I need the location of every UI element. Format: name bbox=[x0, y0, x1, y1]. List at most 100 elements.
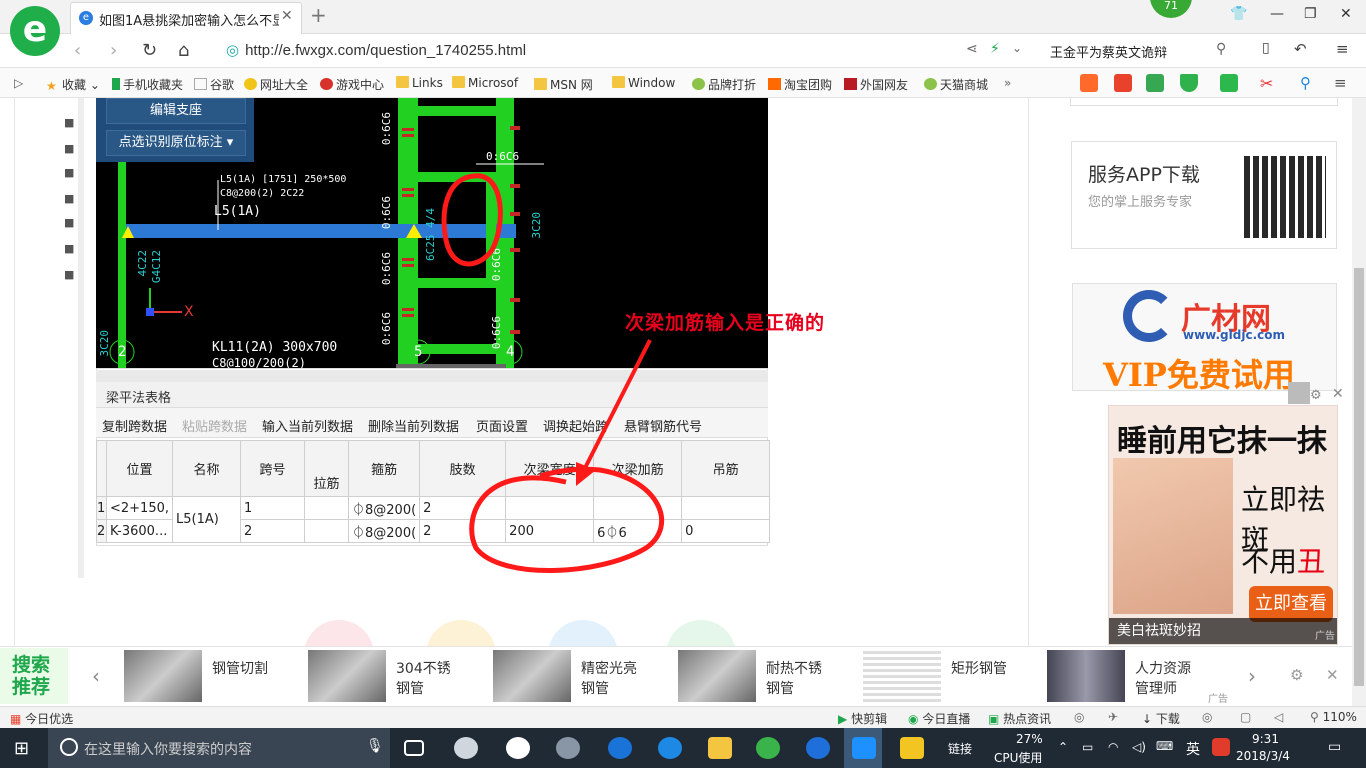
tab-active[interactable]: e 如图1A悬挑梁加密输入怎么不显 ✕ bbox=[70, 2, 302, 34]
spot-removal-ad[interactable]: 睡前用它抹一抹 立即祛斑 不用丑 立即查看 美白祛斑妙招 广告 bbox=[1108, 405, 1338, 645]
skin-icon[interactable]: 👕 bbox=[1230, 6, 1247, 22]
download-button[interactable]: ↓ 下载 bbox=[1142, 710, 1180, 727]
page-setup-button[interactable]: 页面设置 bbox=[476, 416, 528, 435]
cell-secondary-width[interactable] bbox=[505, 496, 595, 520]
more-bookmarks-button[interactable]: » bbox=[1004, 76, 1011, 90]
glodon-icon[interactable] bbox=[806, 737, 830, 759]
accelerate-icon[interactable]: ⚡ bbox=[990, 41, 1000, 57]
copy-span-button[interactable]: 复制跨数据 bbox=[102, 416, 167, 435]
menu-more-icon[interactable]: ≡ bbox=[1334, 74, 1352, 92]
undo-icon[interactable]: ↶ bbox=[1294, 40, 1307, 58]
explorer-icon[interactable] bbox=[708, 737, 732, 759]
cell-position[interactable]: K-3600... bbox=[105, 519, 174, 543]
bookmark-item[interactable]: 品牌打折 bbox=[692, 76, 756, 93]
zoom-level[interactable]: ⚲ 110% bbox=[1310, 710, 1357, 724]
video-icon[interactable] bbox=[1080, 74, 1098, 92]
keyboard-icon[interactable]: ⌨ bbox=[1156, 739, 1173, 753]
edit-support-button[interactable]: 编辑支座 bbox=[106, 98, 246, 124]
cell-span[interactable]: 2 bbox=[240, 519, 306, 543]
quick-edit[interactable]: ▶ 快剪辑 bbox=[838, 710, 887, 727]
cell-secondary-add[interactable] bbox=[593, 496, 683, 520]
settings-icon[interactable]: ⚙ bbox=[1310, 388, 1322, 403]
magnifier-icon[interactable]: ⚲ bbox=[1300, 74, 1318, 92]
cell-stirrup[interactable]: ⏀8@200( bbox=[348, 496, 421, 520]
ad-view-button[interactable]: 立即查看 bbox=[1249, 586, 1333, 622]
wifi-icon[interactable]: ◠ bbox=[1108, 740, 1118, 754]
delete-column-button[interactable]: 删除当前列数据 bbox=[368, 416, 459, 435]
window-icon[interactable]: ▢ bbox=[1240, 710, 1251, 724]
refresh-icon[interactable]: ↻ bbox=[142, 40, 157, 61]
app-icon[interactable] bbox=[454, 737, 478, 759]
share-icon[interactable]: ⋖ bbox=[966, 41, 978, 57]
bookmark-item[interactable]: Links bbox=[396, 76, 443, 90]
discount-icon[interactable] bbox=[1114, 74, 1132, 92]
cell-legs[interactable]: 2 bbox=[419, 519, 507, 543]
cell-legs[interactable]: 2 bbox=[419, 496, 507, 520]
cell-stirrup[interactable]: ⏀8@200( bbox=[348, 519, 421, 543]
notes-icon[interactable] bbox=[900, 737, 924, 759]
new-tab-button[interactable]: + bbox=[310, 3, 327, 27]
tools-icon[interactable]: ✈ bbox=[1108, 710, 1118, 724]
sidebar-toggle-icon[interactable]: ▷ bbox=[14, 76, 23, 90]
table-row[interactable]: 1 <2+150, L5(1A) 1 ⏀8@200( 2 bbox=[96, 496, 771, 543]
sogou-icon[interactable] bbox=[1212, 738, 1230, 756]
settings-icon[interactable]: ⚙ bbox=[1290, 666, 1303, 684]
cantilever-code-button[interactable]: 悬臂钢筋代号 bbox=[624, 416, 702, 435]
page-scrollbar-thumb[interactable] bbox=[1354, 268, 1364, 686]
cell-tie[interactable] bbox=[304, 496, 350, 520]
back-icon[interactable]: ‹ bbox=[74, 40, 81, 61]
shield-icon[interactable] bbox=[1180, 74, 1198, 92]
taskbar-search[interactable]: 在这里输入你要搜索的内容 bbox=[48, 728, 390, 768]
bookmark-item[interactable]: 游戏中心 bbox=[320, 76, 384, 93]
hot-news[interactable]: ▣ 热点资讯 bbox=[988, 710, 1051, 727]
cell-secondary-add[interactable]: 6⏀6 bbox=[593, 519, 683, 543]
cell-secondary-width[interactable]: 200 bbox=[505, 519, 595, 543]
close-ad-icon[interactable]: ✕ bbox=[1332, 386, 1344, 402]
sound-icon[interactable]: ◁ bbox=[1274, 710, 1283, 724]
browser-logo-icon[interactable]: e bbox=[10, 6, 60, 56]
microphone-icon[interactable]: 🎙 bbox=[366, 738, 384, 754]
browser-icon[interactable]: ◎ bbox=[1202, 710, 1212, 724]
bookmark-item[interactable]: Window bbox=[612, 76, 675, 90]
active-app-icon[interactable] bbox=[852, 737, 876, 759]
ie-icon[interactable] bbox=[658, 737, 682, 759]
gldjc-ad[interactable]: 广材网 www.gldjc.com VIP免费试用 bbox=[1072, 283, 1337, 394]
translate-icon[interactable] bbox=[1220, 74, 1238, 92]
today-live[interactable]: ◉ 今日直播 bbox=[908, 710, 970, 727]
speed-icon[interactable]: ◎ bbox=[1074, 710, 1084, 724]
splitter[interactable] bbox=[96, 370, 768, 382]
bookmark-item[interactable]: MSN 网 bbox=[534, 76, 593, 93]
cell-tie[interactable] bbox=[304, 519, 350, 543]
book-icon[interactable] bbox=[1146, 74, 1164, 92]
bookmark-item[interactable]: ★ 收藏 ⌄ bbox=[46, 76, 100, 93]
service-app-box[interactable]: 服务APP下载 您的掌上服务专家 bbox=[1071, 141, 1337, 249]
cell-name[interactable]: L5(1A) bbox=[172, 496, 242, 543]
input-column-button[interactable]: 输入当前列数据 bbox=[262, 416, 353, 435]
app-icon[interactable] bbox=[556, 737, 580, 759]
app-icon[interactable] bbox=[506, 737, 530, 759]
cell-hanger[interactable] bbox=[681, 496, 771, 520]
swap-start-span-button[interactable]: 调换起始跨 bbox=[543, 416, 608, 435]
task-view-icon[interactable] bbox=[404, 740, 424, 756]
chevron-down-icon[interactable]: ⌄ bbox=[1012, 41, 1022, 55]
next-icon[interactable]: › bbox=[1248, 664, 1256, 688]
pick-annotation-button[interactable]: 点选识别原位标注 ▾ bbox=[106, 130, 246, 156]
tray-expand-icon[interactable]: ⌃ bbox=[1058, 740, 1068, 754]
paste-span-button[interactable]: 粘贴跨数据 bbox=[182, 416, 247, 435]
search-input[interactable]: 王金平为蔡英文诡辩 bbox=[1050, 42, 1167, 61]
windows-start-icon[interactable]: ⊞ bbox=[14, 738, 29, 759]
bookmark-item[interactable]: 外国网友 bbox=[844, 76, 908, 93]
bookmark-item[interactable]: Microsof bbox=[452, 76, 518, 90]
ime-indicator[interactable]: 英 bbox=[1186, 739, 1200, 759]
360-browser-icon[interactable] bbox=[756, 737, 780, 759]
close-icon[interactable]: ✕ bbox=[1326, 666, 1339, 684]
clock-date[interactable]: 2018/3/4 bbox=[1236, 749, 1290, 763]
forward-icon[interactable]: › bbox=[110, 40, 117, 61]
bookmark-item[interactable]: 天猫商城 bbox=[924, 76, 988, 93]
link-label[interactable]: 链接 bbox=[948, 740, 972, 757]
close-window-button[interactable]: ✕ bbox=[1340, 6, 1352, 22]
back-to-top-button[interactable] bbox=[1288, 382, 1310, 404]
scissors-icon[interactable]: ✂ bbox=[1260, 74, 1278, 93]
cell-position[interactable]: <2+150, bbox=[105, 496, 174, 520]
notification-icon[interactable]: ▭ bbox=[1328, 739, 1341, 755]
